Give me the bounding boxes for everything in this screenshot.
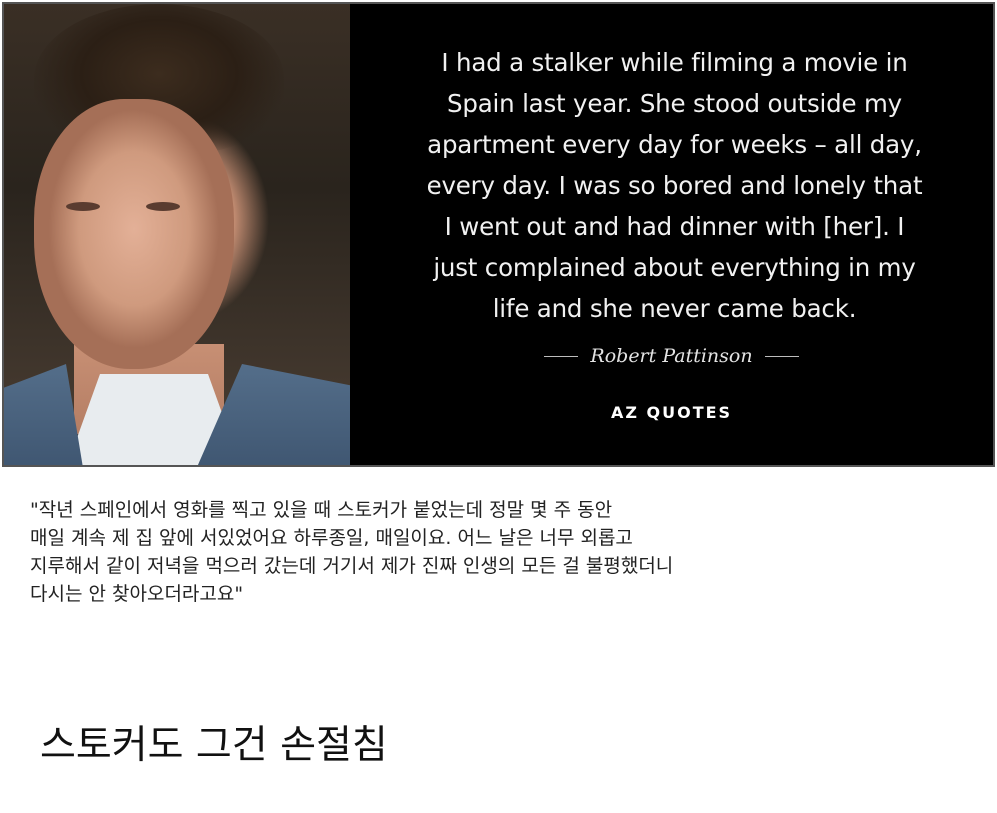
quote-panel: I had a stalker while filming a movie in… [350,4,993,465]
quote-author: Robert Pattinson [590,345,753,367]
translation-caption: "작년 스페인에서 영화를 찍고 있을 때 스토커가 붙었는데 정말 몇 주 동… [30,499,674,605]
quote-card: I had a stalker while filming a movie in… [2,2,995,467]
brand-logo: AZ QUOTES [610,403,733,422]
author-row: Robert Pattinson [544,345,799,367]
portrait-jacket-left [4,364,84,465]
portrait-eye-left [66,202,100,211]
portrait-photo [4,4,350,465]
author-dash-right [764,355,799,357]
quote-text: I had a stalker while filming a movie in… [426,48,923,323]
portrait-eye-right [146,202,180,211]
author-dash-left [544,355,579,357]
portrait-face [34,99,234,369]
punchline-text: 스토커도 그건 손절침 [40,723,388,768]
